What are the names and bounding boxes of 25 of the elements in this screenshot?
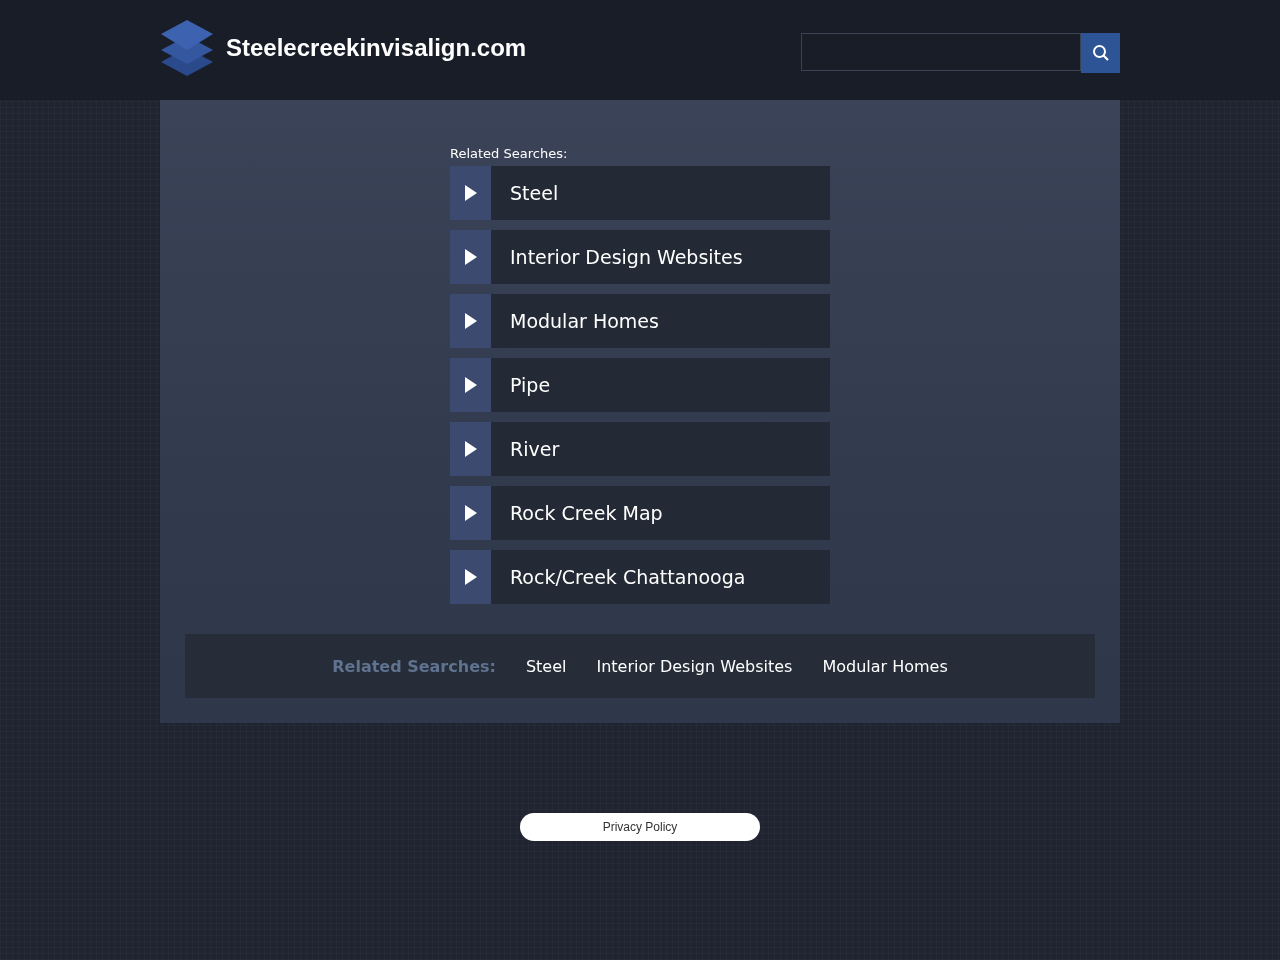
play-icon <box>464 441 477 457</box>
related-searches-heading: Related Searches: <box>450 146 569 161</box>
stack-icon <box>160 17 214 78</box>
play-icon <box>464 185 477 201</box>
search-result-link[interactable]: Pipe <box>450 358 830 412</box>
search-result-link[interactable]: Interior Design Websites <box>450 230 830 284</box>
search-button[interactable] <box>1081 33 1120 73</box>
search-result-link[interactable]: Steel <box>450 166 830 220</box>
play-icon <box>464 313 477 329</box>
related-link[interactable]: Modular Homes <box>822 656 948 676</box>
site-name[interactable]: Steelecreekinvisalign.com <box>226 33 527 62</box>
search-result-link[interactable]: Modular Homes <box>450 294 830 348</box>
play-icon <box>464 249 477 265</box>
search-result-link[interactable]: Rock/Creek Chattanooga <box>450 550 830 604</box>
play-icon <box>464 377 477 393</box>
search-result-link[interactable]: Rock Creek Map <box>450 486 830 540</box>
search-result-link[interactable]: River <box>450 422 830 476</box>
related-link[interactable]: Interior Design Websites <box>596 656 793 676</box>
search-field[interactable] <box>801 33 1081 71</box>
play-icon <box>464 505 477 521</box>
search-icon <box>1091 44 1110 62</box>
related-link[interactable]: Steel <box>525 656 567 676</box>
related-searches-label: Related Searches: <box>332 656 496 676</box>
privacy-policy-link[interactable]: Privacy Policy <box>520 813 760 841</box>
play-icon <box>464 569 477 585</box>
